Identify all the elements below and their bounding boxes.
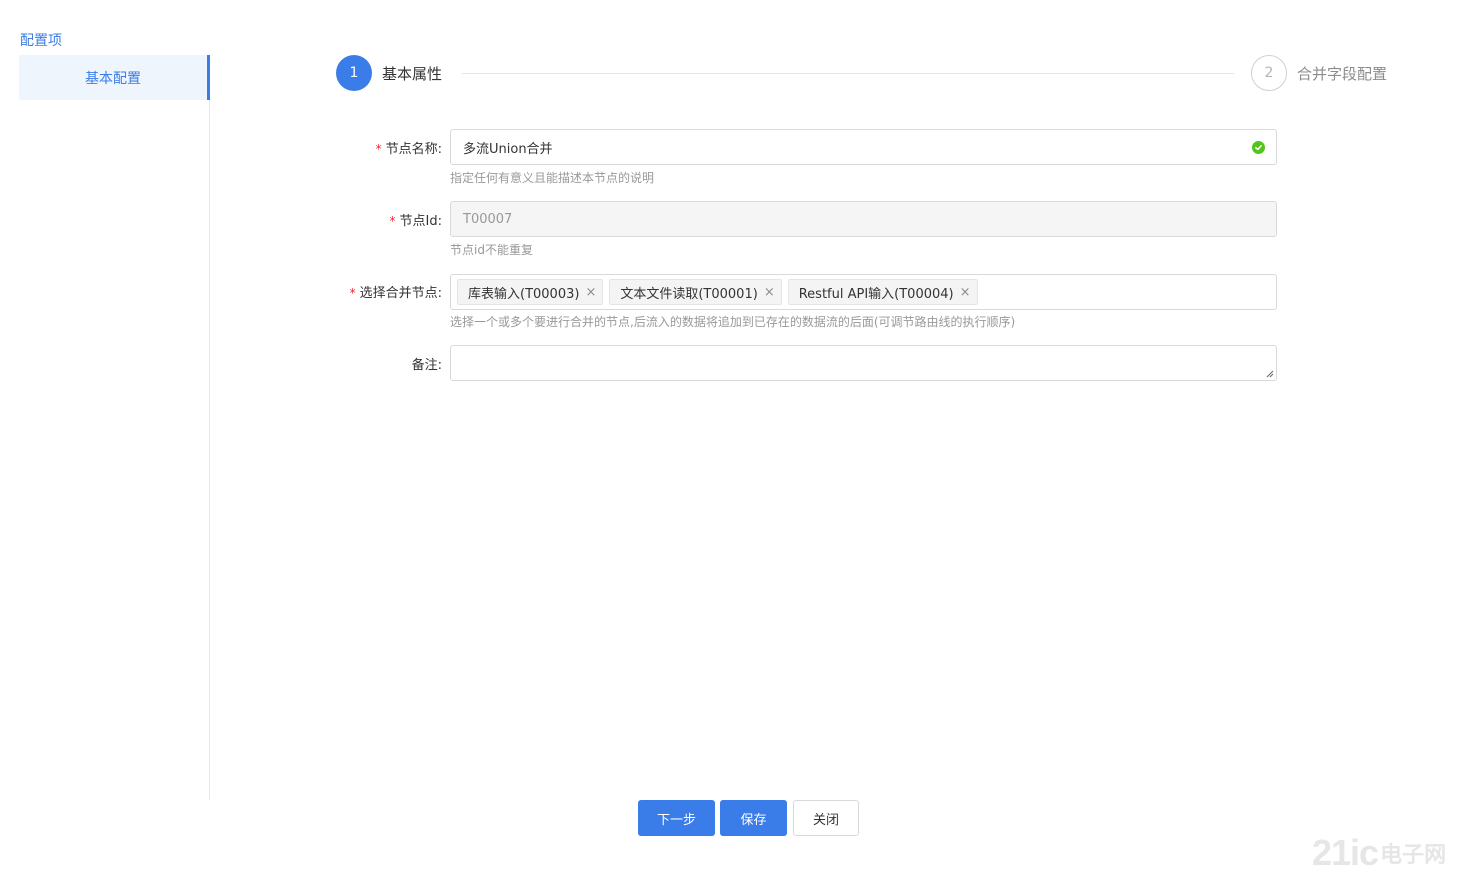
node-id-help: 节点id不能重复 xyxy=(450,243,533,257)
close-icon[interactable]: × xyxy=(960,285,971,300)
step-number-1: 1 xyxy=(336,55,372,91)
merge-nodes-help: 选择一个或多个要进行合并的节点,后流入的数据将追加到已存在的数据流的后面(可调节… xyxy=(450,315,1016,329)
remark-textarea[interactable] xyxy=(450,345,1277,381)
resize-grip-icon[interactable] xyxy=(1265,369,1274,378)
required-mark: * xyxy=(389,214,396,228)
watermark-logo: 21ic 电子网 xyxy=(1312,832,1447,873)
step-connector xyxy=(462,73,1234,74)
merge-node-tag: Restful API输入(T00004) × xyxy=(787,279,978,305)
step-label-2: 合并字段配置 xyxy=(1297,64,1388,83)
merge-nodes-select[interactable]: 库表输入(T00003) × 文本文件读取(T00001) × Restful … xyxy=(450,274,1277,310)
node-id-value: T00007 xyxy=(463,211,513,227)
sidebar-divider xyxy=(209,100,210,800)
step-number-2: 2 xyxy=(1251,55,1287,91)
next-step-button[interactable]: 下一步 xyxy=(638,800,715,836)
save-button[interactable]: 保存 xyxy=(720,800,787,836)
node-name-label: * 节点名称: xyxy=(375,142,442,157)
step-basic-properties[interactable]: 1 基本属性 xyxy=(336,55,442,91)
close-button[interactable]: 关闭 xyxy=(793,800,859,836)
sidebar-title: 配置项 xyxy=(20,33,62,49)
remark-label: 备注: xyxy=(411,358,442,373)
node-name-value: 多流Union合并 xyxy=(463,141,553,157)
sidebar-item-basic-config[interactable]: 基本配置 xyxy=(19,55,210,100)
required-mark: * xyxy=(375,142,382,156)
close-icon[interactable]: × xyxy=(764,285,775,300)
required-mark: * xyxy=(349,286,356,300)
check-circle-icon xyxy=(1252,141,1265,154)
sidebar-item-label: 基本配置 xyxy=(85,70,141,87)
merge-nodes-label: * 选择合并节点: xyxy=(349,286,442,301)
merge-node-tag: 文本文件读取(T00001) × xyxy=(609,279,782,305)
close-icon[interactable]: × xyxy=(585,285,596,300)
step-merge-fields[interactable]: 2 合并字段配置 xyxy=(1251,55,1387,91)
node-id-input: T00007 xyxy=(450,201,1277,237)
node-name-input[interactable]: 多流Union合并 xyxy=(450,129,1277,165)
step-label-1: 基本属性 xyxy=(382,64,443,83)
node-name-help: 指定任何有意义且能描述本节点的说明 xyxy=(450,171,655,185)
merge-node-tag: 库表输入(T00003) × xyxy=(457,279,604,305)
node-id-label: * 节点Id: xyxy=(389,214,442,229)
